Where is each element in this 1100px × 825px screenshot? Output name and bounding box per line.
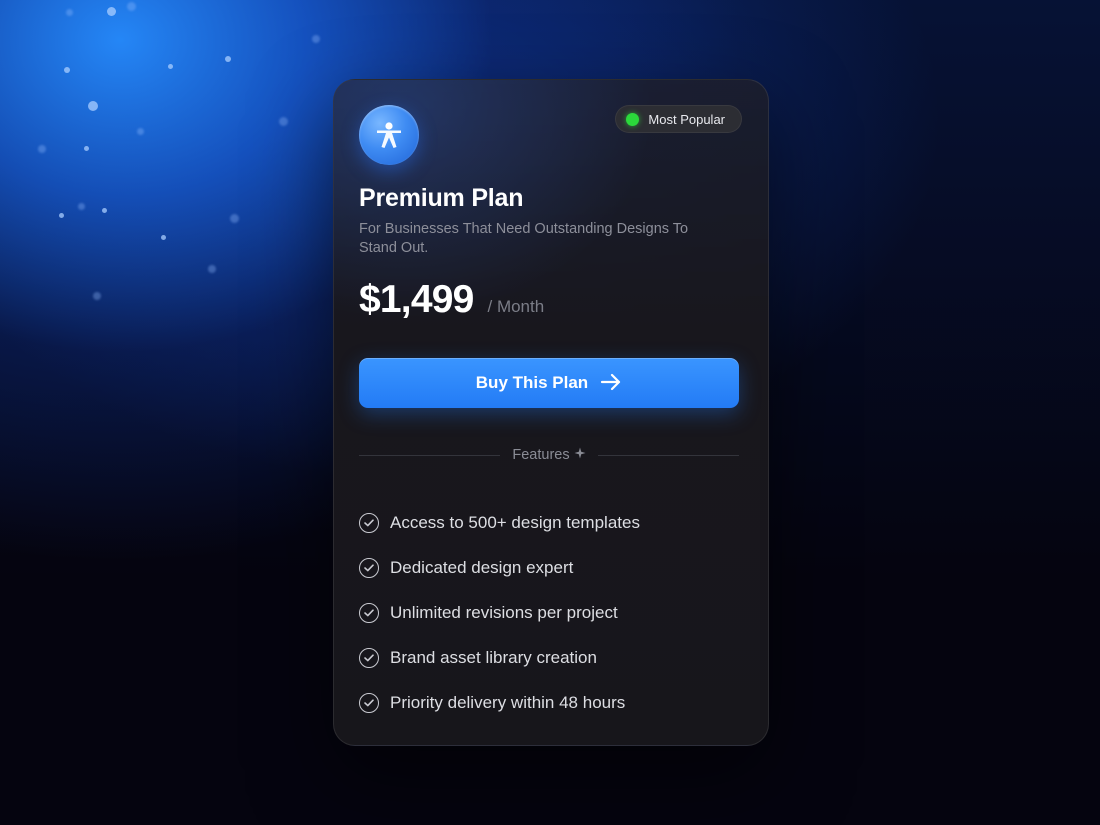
- check-circle-icon: [359, 602, 379, 623]
- background-particle: [84, 146, 89, 151]
- plan-subtitle: For Businesses That Need Outstanding Des…: [359, 221, 689, 256]
- check-circle-icon: [359, 557, 379, 578]
- price-row: $1,499 / Month: [359, 278, 544, 322]
- plan-price: $1,499: [359, 278, 474, 321]
- background-particle: [66, 9, 73, 16]
- feature-label: Access to 500+ design templates: [390, 512, 640, 532]
- feature-item: Access to 500+ design templates: [359, 500, 640, 545]
- feature-label: Brand asset library creation: [390, 647, 597, 667]
- feature-label: Dedicated design expert: [390, 557, 574, 577]
- background-particle: [137, 128, 144, 135]
- person-star-icon: [359, 105, 419, 165]
- background-particle: [230, 214, 239, 223]
- background-particle: [107, 7, 116, 16]
- background-particle: [59, 213, 64, 218]
- status-dot-icon: [626, 112, 640, 126]
- features-divider: Features: [359, 445, 740, 465]
- features-heading: Features: [512, 447, 586, 463]
- check-circle-icon: [359, 512, 379, 533]
- background-particle: [127, 2, 136, 11]
- feature-label: Priority delivery within 48 hours: [390, 692, 626, 712]
- feature-label: Unlimited revisions per project: [390, 602, 618, 622]
- check-circle-icon: [359, 647, 379, 668]
- background-particle: [225, 56, 231, 62]
- background-particle: [168, 64, 173, 69]
- check-circle-icon: [359, 692, 379, 713]
- arrow-right-icon: [600, 373, 622, 394]
- background-particle: [279, 117, 288, 126]
- plan-title: Premium Plan: [359, 184, 524, 212]
- buy-plan-label: Buy This Plan: [475, 373, 589, 392]
- background-particle: [102, 208, 107, 213]
- badge-label: Most Popular: [648, 111, 725, 127]
- background-particle: [64, 67, 70, 73]
- background-particle: [208, 265, 216, 273]
- features-heading-label: Features: [512, 447, 570, 463]
- pricing-card: Most Popular Premium Plan For Businesses…: [333, 79, 769, 746]
- background-particle: [78, 203, 85, 210]
- background-particle: [312, 35, 320, 43]
- feature-item: Brand asset library creation: [359, 635, 640, 680]
- most-popular-badge: Most Popular: [615, 105, 742, 133]
- feature-item: Unlimited revisions per project: [359, 590, 640, 635]
- divider-line: [359, 454, 501, 456]
- sparkle-icon: [574, 447, 586, 463]
- background-particle: [38, 145, 46, 153]
- billing-period: / Month: [487, 297, 545, 316]
- features-list: Access to 500+ design templates Dedicate…: [359, 500, 640, 725]
- background-particle: [93, 292, 101, 300]
- buy-plan-button[interactable]: Buy This Plan: [359, 358, 739, 408]
- divider-line: [597, 454, 740, 456]
- background-particle: [88, 101, 98, 111]
- background-particle: [161, 235, 166, 240]
- feature-item: Priority delivery within 48 hours: [359, 680, 640, 725]
- feature-item: Dedicated design expert: [359, 545, 640, 590]
